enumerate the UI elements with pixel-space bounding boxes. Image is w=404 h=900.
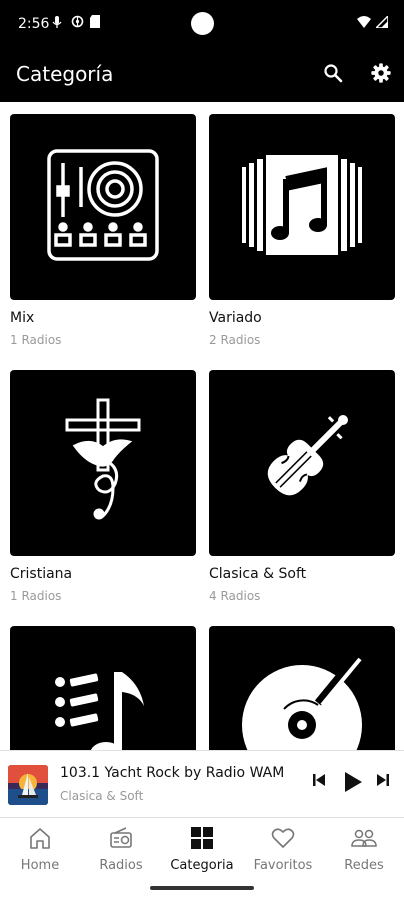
music-note-icon (242, 154, 362, 260)
violin-icon (242, 401, 362, 526)
play-icon (343, 771, 363, 798)
gear-icon (370, 62, 392, 89)
category-title: Variado (209, 310, 262, 326)
category-card-clasica-soft[interactable]: Clasica & Soft 4 Radios (209, 370, 397, 603)
settings-button[interactable] (368, 62, 394, 88)
page-title: Categoría (16, 62, 114, 86)
category-image (10, 114, 196, 300)
search-button[interactable] (320, 62, 346, 88)
category-image (209, 114, 395, 300)
search-icon (323, 63, 343, 88)
nav-item-categoria[interactable]: Categoria (162, 826, 242, 873)
nav-label: Favoritos (253, 858, 313, 873)
vpn-icon (71, 15, 84, 29)
sd-card-icon (90, 15, 102, 29)
category-grid: Mix 1 Radios Variado 2 Radios Cristiana … (0, 102, 404, 750)
category-card-variado[interactable]: Variado 2 Radios (209, 114, 397, 347)
gesture-bar (150, 886, 254, 890)
category-image (209, 370, 395, 556)
category-title: Mix (10, 310, 35, 326)
vinyl-icon (234, 649, 370, 750)
category-count: 1 Radios (10, 333, 62, 347)
nav-item-redes[interactable]: Redes (324, 828, 404, 873)
skip-previous-icon (312, 773, 326, 792)
skip-next-icon (376, 773, 390, 792)
signal-icon (374, 14, 389, 33)
music-notes-icon (48, 662, 158, 750)
category-card-5[interactable] (10, 626, 198, 750)
category-count: 2 Radios (209, 333, 261, 347)
wifi-icon (357, 15, 371, 33)
camera-cutout (191, 12, 214, 35)
app-bar: Categoría (0, 48, 404, 102)
nav-item-favoritos[interactable]: Favoritos (243, 827, 323, 873)
people-icon (351, 828, 377, 853)
category-count: 4 Radios (209, 589, 261, 603)
category-title: Cristiana (10, 566, 73, 582)
status-bar: 2:56 (0, 0, 404, 48)
category-card-mix[interactable]: Mix 1 Radios (10, 114, 198, 347)
category-title: Clasica & Soft (209, 566, 307, 582)
home-icon (28, 827, 52, 854)
grid-icon (190, 826, 214, 855)
next-button[interactable] (376, 773, 390, 792)
nav-item-home[interactable]: Home (0, 827, 80, 873)
nav-label: Redes (344, 858, 384, 873)
radio-icon (109, 826, 133, 854)
category-image (10, 370, 196, 556)
status-time: 2:56 (18, 16, 50, 32)
turntable-icon (45, 147, 161, 268)
now-playing-title: 103.1 Yacht Rock by Radio WAM (60, 765, 285, 781)
heart-icon (271, 827, 295, 854)
category-count: 1 Radios (10, 589, 62, 603)
category-card-6[interactable] (209, 626, 397, 750)
station-artwork (8, 765, 48, 805)
nav-label: Categoria (170, 858, 234, 873)
nav-label: Home (20, 858, 60, 873)
category-image (209, 626, 395, 750)
nav-item-radios[interactable]: Radios (81, 826, 161, 873)
mini-player[interactable]: 103.1 Yacht Rock by Radio WAM Clasica & … (0, 750, 404, 818)
play-button[interactable] (343, 771, 363, 798)
category-image (10, 626, 196, 750)
cross-dove-icon (63, 398, 143, 529)
nav-label: Radios (99, 858, 143, 873)
now-playing-category: Clasica & Soft (60, 789, 144, 803)
mic-icon (52, 15, 64, 29)
category-card-cristiana[interactable]: Cristiana 1 Radios (10, 370, 198, 603)
previous-button[interactable] (312, 773, 326, 792)
